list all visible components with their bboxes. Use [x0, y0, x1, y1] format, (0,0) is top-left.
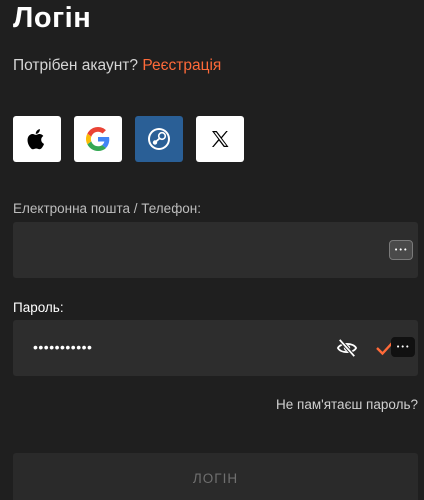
page-title: Логін [13, 2, 92, 34]
steam-login-button[interactable] [135, 116, 183, 162]
apple-login-button[interactable] [13, 116, 61, 162]
signup-link[interactable]: Реєстрація [142, 57, 221, 74]
steam-icon [148, 128, 170, 150]
signup-prompt: Потрібен акаунт? [13, 57, 138, 74]
login-button[interactable]: ЛОГІН [13, 453, 418, 500]
email-field[interactable]: ••• [13, 222, 418, 278]
x-icon [212, 131, 229, 147]
login-page: Логін Потрібен акаунт? Реєстрація Електр… [0, 0, 424, 500]
google-login-button[interactable] [74, 116, 122, 162]
signup-row: Потрібен акаунт? Реєстрація [13, 56, 221, 76]
x-login-button[interactable] [196, 116, 244, 162]
email-label: Електронна пошта / Телефон: [13, 201, 202, 216]
password-label: Пароль: [13, 300, 64, 315]
login-button-label: ЛОГІН [192, 470, 239, 486]
social-login-row [13, 116, 244, 162]
forgot-password-link[interactable]: Не пам'ятаєш пароль? [276, 396, 418, 414]
apple-icon [27, 129, 44, 150]
password-field[interactable]: ••••••••••• ••• [13, 320, 418, 376]
hide-password-icon[interactable] [336, 338, 358, 358]
password-value: ••••••••••• [33, 339, 93, 355]
google-icon [86, 127, 110, 151]
password-manager-icon[interactable]: ••• [389, 240, 413, 260]
password-manager-icon[interactable]: ••• [391, 337, 415, 357]
